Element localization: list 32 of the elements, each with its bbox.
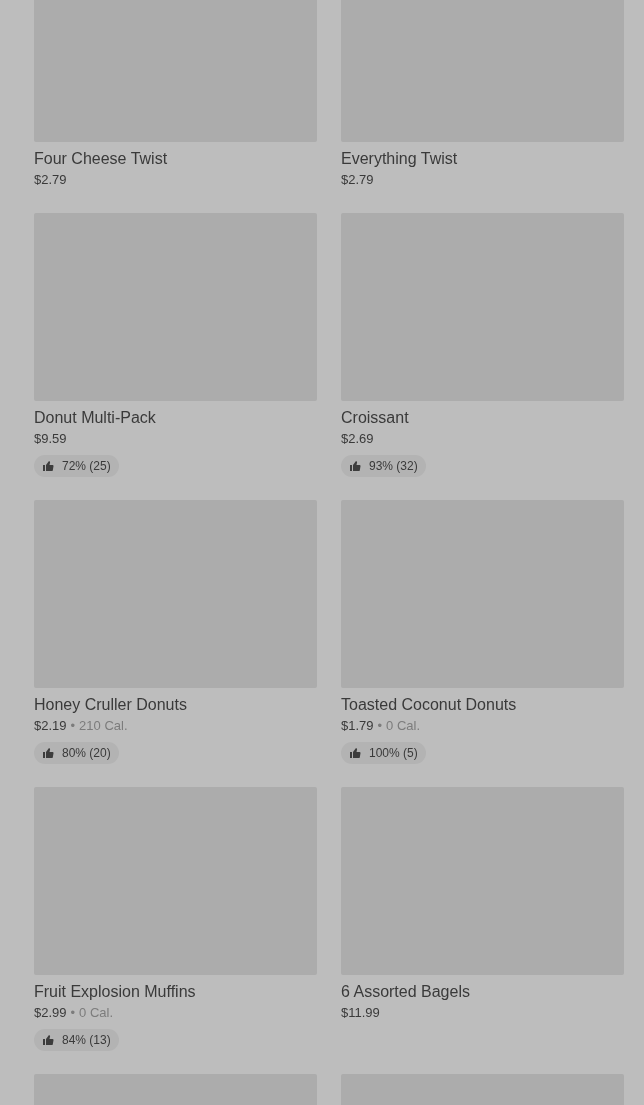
thumbs-up-icon	[42, 747, 54, 759]
item-price: $11.99	[341, 1004, 380, 1022]
item-name: Four Cheese Twist	[34, 149, 169, 169]
separator: •	[70, 717, 76, 735]
item-name: Toasted Coconut Donuts	[341, 695, 518, 715]
item-name: Fruit Explosion Muffins	[34, 982, 197, 1002]
rating-text: 93% (32)	[369, 458, 418, 475]
rating-text: 72% (25)	[62, 458, 111, 475]
separator: •	[377, 717, 383, 735]
item-name: Honey Cruller Donuts	[34, 695, 188, 715]
item-name: 6 Assorted Bagels	[341, 982, 471, 1002]
item-name: Donut Multi-Pack	[34, 408, 157, 428]
item-price: $2.79	[34, 171, 67, 189]
item-price: $2.19	[34, 717, 67, 735]
item-price: $9.59	[34, 430, 67, 448]
calories: 0 Cal.	[386, 717, 421, 735]
thumbs-up-icon	[42, 1034, 54, 1046]
item-name: Everything Twist	[341, 149, 459, 169]
thumbs-up-icon	[42, 460, 54, 472]
rating-text: 84% (13)	[62, 1032, 111, 1049]
item-price: $2.69	[341, 430, 374, 448]
rating-text: 100% (5)	[369, 745, 418, 762]
thumbs-up-icon	[349, 460, 361, 472]
item-price: $2.79	[341, 171, 374, 189]
item-name: Croissant	[341, 408, 410, 428]
item-price: $2.99	[34, 1004, 67, 1022]
calories: 210 Cal.	[79, 717, 128, 735]
separator: •	[70, 1004, 76, 1022]
rating-text: 80% (20)	[62, 745, 111, 762]
thumbs-up-icon	[349, 747, 361, 759]
calories: 0 Cal.	[79, 1004, 114, 1022]
item-price: $1.79	[341, 717, 374, 735]
